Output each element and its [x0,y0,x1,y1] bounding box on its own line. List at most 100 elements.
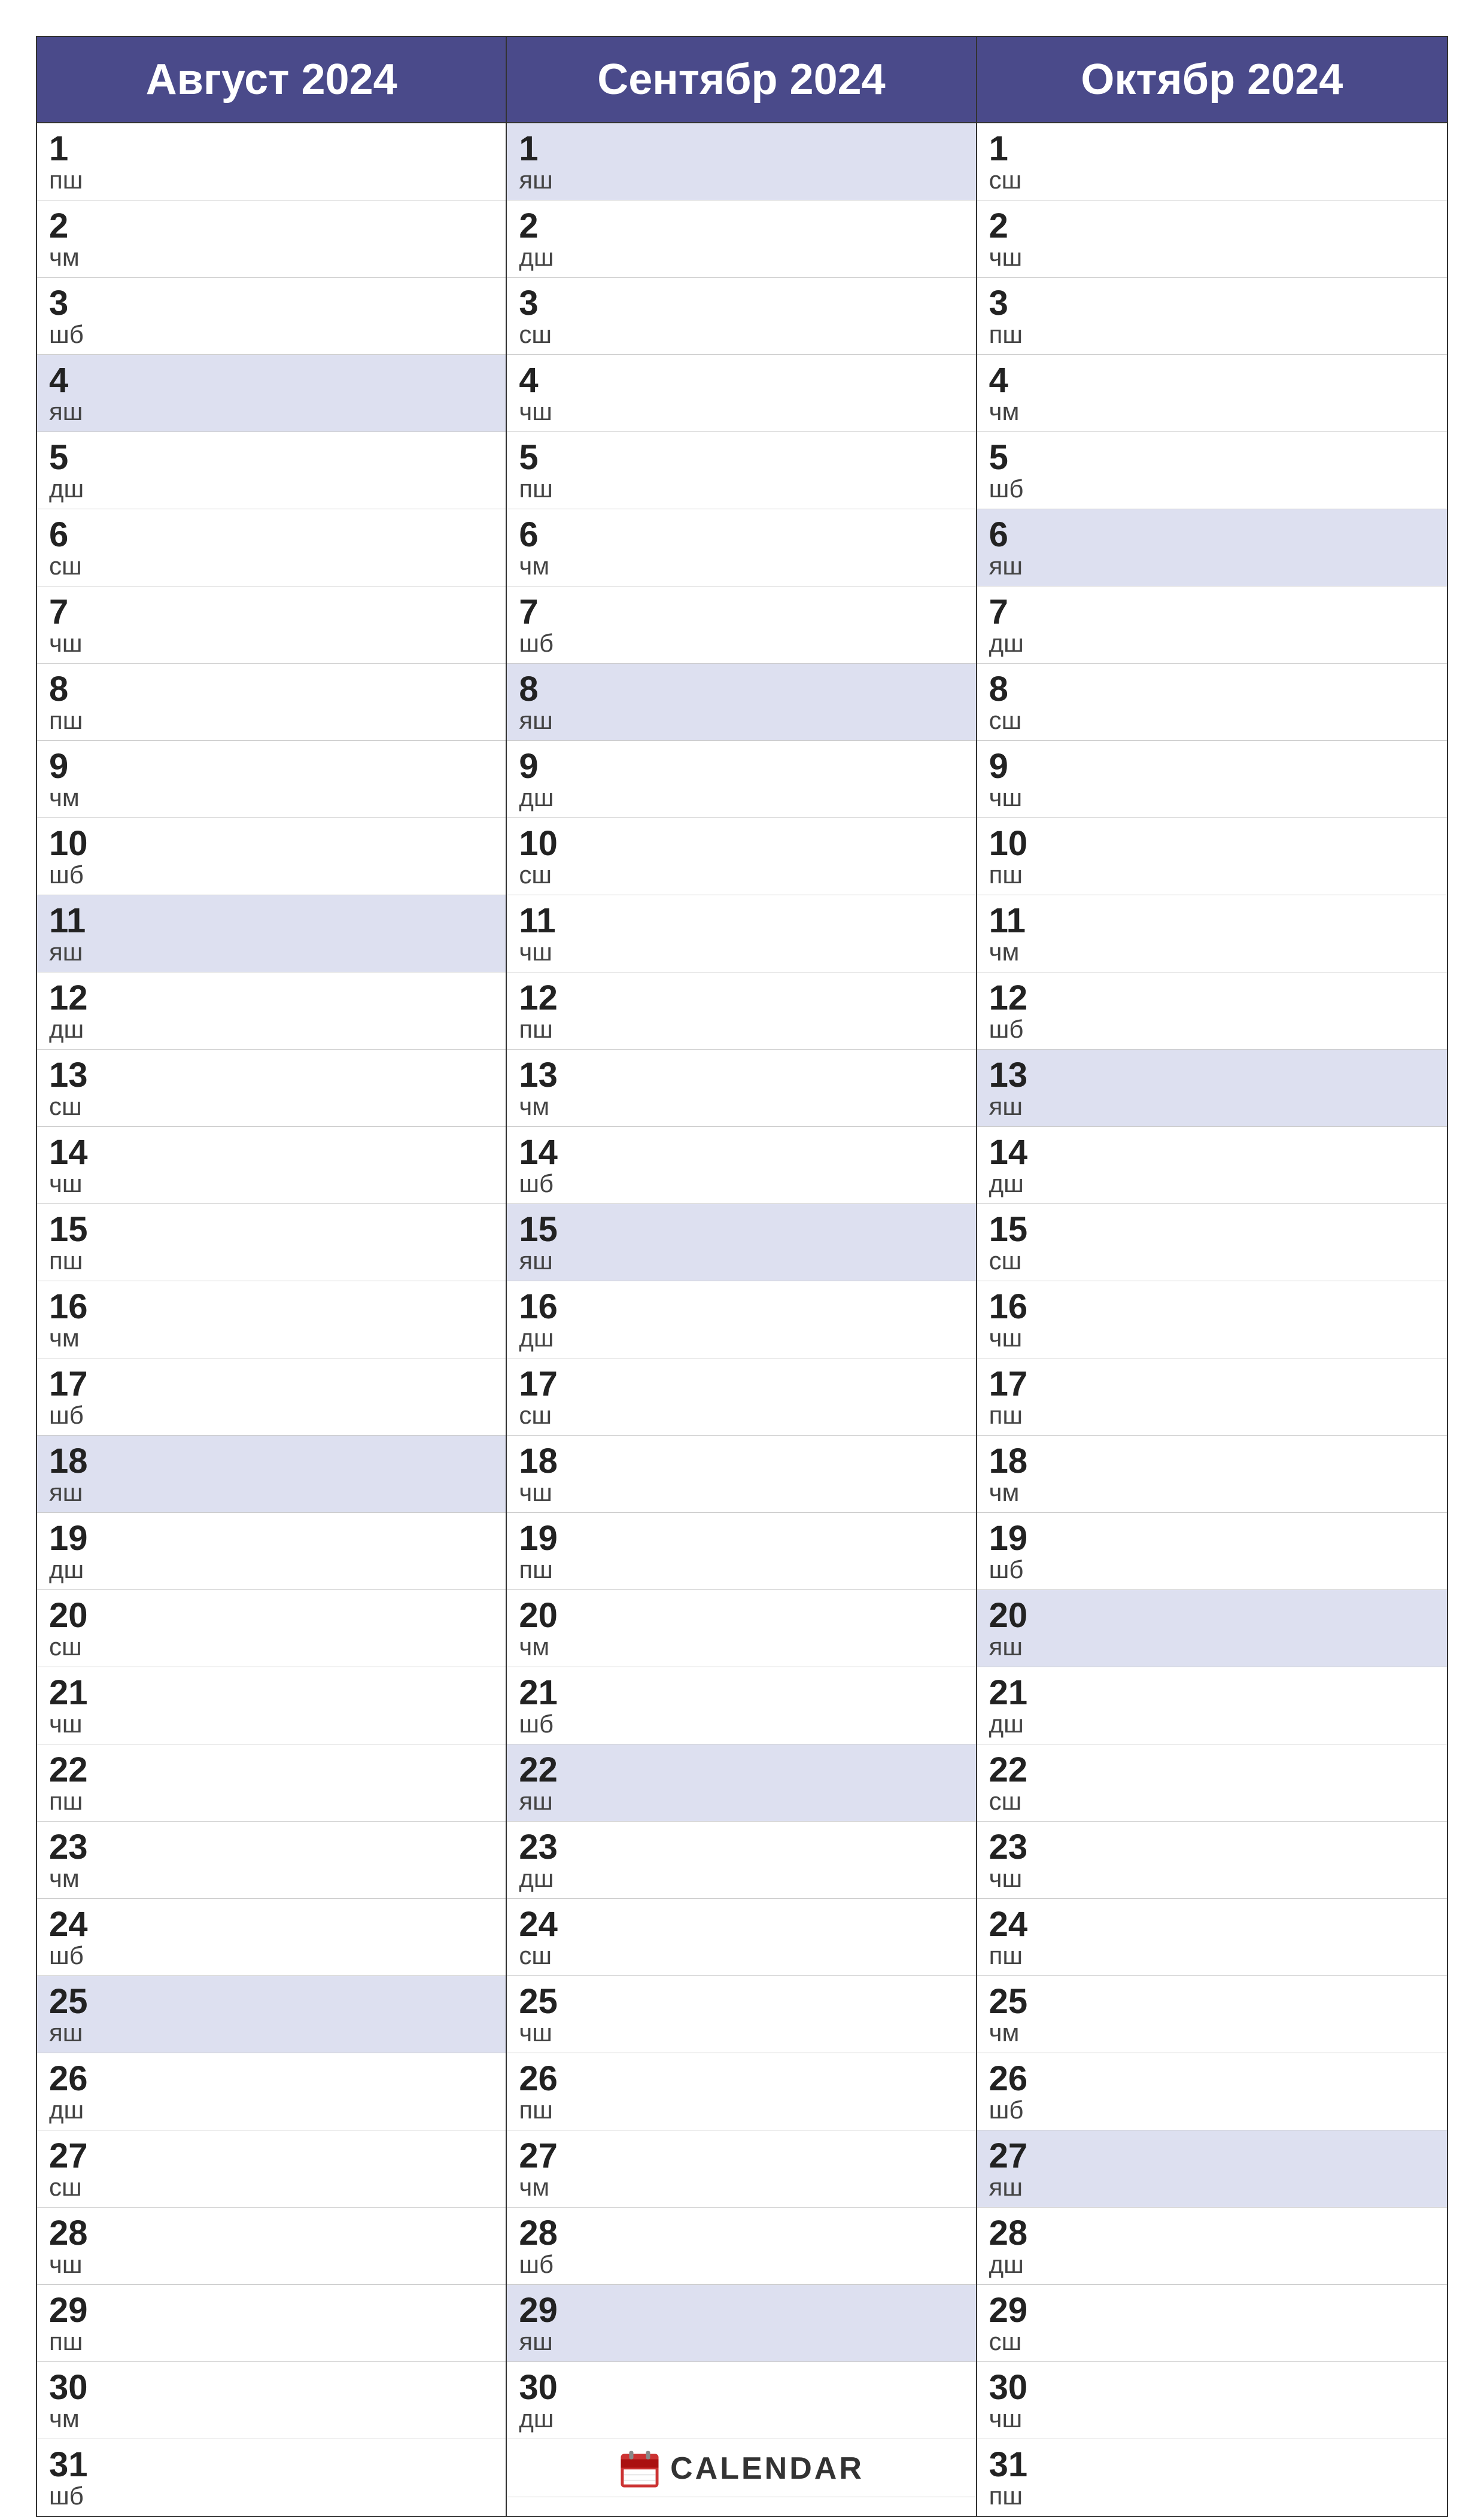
day-row-september-28: 28шб [507,2208,975,2285]
day-row-september-16: 16дш [507,1281,975,1358]
day-number: 27 [519,2139,963,2174]
day-number: 3 [989,286,1435,321]
day-label: пш [519,476,963,501]
day-row-august-20: 20сш [37,1590,506,1667]
day-number: 11 [989,904,1435,938]
day-number: 31 [989,2448,1435,2482]
day-label: шб [49,2483,494,2509]
day-number: 28 [49,2216,494,2251]
day-row-september-30: 30дш [507,2362,975,2439]
day-row-october-9: 9чш [977,741,1447,818]
day-number: 24 [989,1907,1435,1942]
day-number: 14 [519,1135,963,1170]
day-row-august-27: 27сш [37,2130,506,2208]
day-row-september-14: 14шб [507,1127,975,1204]
day-row-august-22: 22пш [37,1744,506,1822]
day-number: 25 [519,1984,963,2019]
day-number: 27 [49,2139,494,2174]
day-row-august-10: 10шб [37,818,506,895]
month-column-september: Сентябр 20241яш2дш3сш4чш5пш6чм7шб8яш9дш1… [507,37,977,2516]
day-number: 15 [519,1212,963,1247]
day-number: 30 [989,2370,1435,2405]
day-row-august-15: 15пш [37,1204,506,1281]
day-row-august-4: 4яш [37,355,506,432]
day-row-october-5: 5шб [977,432,1447,509]
day-label: чм [519,1634,963,1659]
day-row-october-16: 16чш [977,1281,1447,1358]
month-column-august: Август 20241пш2чм3шб4яш5дш6сш7чш8пш9чм10… [37,37,507,2516]
day-label: дш [519,245,963,270]
day-row-august-12: 12дш [37,972,506,1050]
day-row-september-27: 27чм [507,2130,975,2208]
day-row-august-3: 3шб [37,278,506,355]
day-label: чш [49,2252,494,2277]
day-label: чм [49,1866,494,1891]
day-label: яш [989,554,1435,579]
day-label: яш [519,168,963,193]
day-number: 18 [989,1444,1435,1479]
day-number: 7 [49,595,494,630]
day-label: сш [519,862,963,887]
day-number: 22 [989,1753,1435,1788]
day-label: сш [519,1403,963,1428]
day-label: чм [49,1326,494,1351]
day-row-october-21: 21дш [977,1667,1447,1744]
day-number: 11 [49,904,494,938]
day-number: 19 [49,1521,494,1556]
day-label: яш [519,2329,963,2354]
day-label: чш [989,245,1435,270]
day-row-september-17: 17сш [507,1358,975,1436]
day-label: дш [989,631,1435,656]
day-number: 13 [519,1058,963,1093]
day-number: 16 [989,1290,1435,1324]
day-label: яш [989,1094,1435,1119]
day-row-october-8: 8сш [977,664,1447,741]
day-number: 30 [49,2370,494,2405]
day-number: 14 [989,1135,1435,1170]
day-number: 1 [519,132,963,166]
day-row-august-1: 1пш [37,123,506,200]
day-number: 2 [519,209,963,244]
day-label: чм [49,2406,494,2431]
day-row-september-5: 5пш [507,432,975,509]
calendar-grid: Август 20241пш2чм3шб4яш5дш6сш7чш8пш9чм10… [36,36,1448,2517]
day-label: чм [49,785,494,810]
day-number: 16 [49,1290,494,1324]
day-number: 24 [519,1907,963,1942]
day-label: чм [519,2175,963,2200]
day-number: 12 [49,981,494,1016]
day-row-october-22: 22сш [977,1744,1447,1822]
day-row-august-2: 2чм [37,200,506,278]
day-label: дш [49,1017,494,1042]
day-label: пш [989,1403,1435,1428]
day-row-august-14: 14чш [37,1127,506,1204]
day-row-october-14: 14дш [977,1127,1447,1204]
day-row-august-31: 31шб [37,2439,506,2516]
day-number: 21 [49,1676,494,1710]
day-label: дш [49,1557,494,1582]
day-number: 20 [989,1598,1435,1633]
day-row-october-12: 12шб [977,972,1447,1050]
day-label: дш [519,1866,963,1891]
day-row-september-18: 18чш [507,1436,975,1513]
day-row-october-18: 18чм [977,1436,1447,1513]
day-label: дш [519,2406,963,2431]
day-row-october-28: 28дш [977,2208,1447,2285]
day-label: сш [989,1789,1435,1814]
day-label: сш [49,2175,494,2200]
day-row-october-30: 30чш [977,2362,1447,2439]
day-label: чш [49,631,494,656]
day-label: сш [989,1248,1435,1273]
day-row-october-13: 13яш [977,1050,1447,1127]
day-label: дш [519,785,963,810]
day-number: 30 [519,2370,963,2405]
day-row-september-20: 20чм [507,1590,975,1667]
day-number: 23 [989,1830,1435,1865]
day-label: сш [989,2329,1435,2354]
day-label: чш [49,1171,494,1196]
day-label: чш [989,1866,1435,1891]
day-number: 9 [519,749,963,784]
day-label: сш [49,554,494,579]
day-number: 16 [519,1290,963,1324]
day-number: 15 [49,1212,494,1247]
